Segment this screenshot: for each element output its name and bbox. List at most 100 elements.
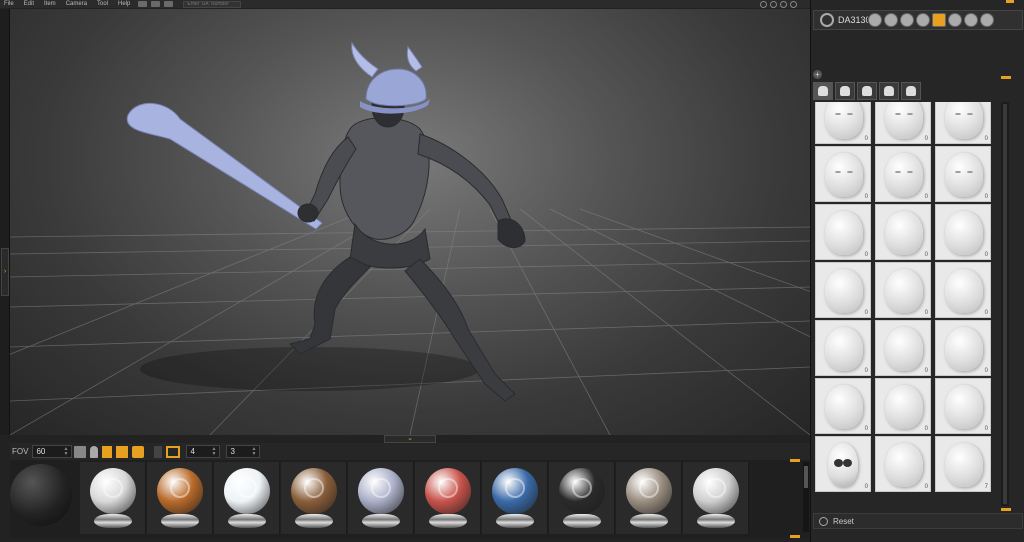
reset-button[interactable]: Reset	[813, 513, 1023, 529]
menu-item[interactable]: Item	[40, 0, 62, 8]
cube-icon[interactable]	[74, 445, 87, 458]
head-thumbnail[interactable]: 0	[935, 146, 991, 202]
head-thumbnail[interactable]: 0	[815, 320, 871, 376]
lamp-icon[interactable]	[102, 445, 113, 458]
fit-icon[interactable]	[790, 0, 797, 8]
grid-y-stepper[interactable]: 3 ▲ ▼	[226, 445, 261, 458]
stepper-arrows-icon[interactable]: ▲ ▼	[252, 446, 257, 457]
3d-viewport[interactable]	[10, 9, 810, 435]
zoom-icon[interactable]	[780, 0, 787, 8]
head-thumbnail[interactable]: 0	[815, 102, 871, 144]
select-tool-icon[interactable]	[932, 13, 946, 27]
material-stand	[563, 514, 601, 528]
shelf-scrollbar[interactable]	[803, 462, 809, 532]
app-window: File Edit Item Camera Tool Help ›	[0, 0, 1024, 542]
face-eye	[967, 171, 973, 173]
head-thumbnail[interactable]: 0	[815, 204, 871, 260]
material-silver[interactable]	[683, 462, 749, 534]
stepper-arrows-icon[interactable]: ▲ ▼	[212, 446, 217, 457]
tent-tab[interactable]	[901, 82, 921, 100]
library-scrollbar[interactable]	[1001, 102, 1009, 506]
left-panel-strip	[0, 9, 10, 435]
undo-icon[interactable]	[138, 1, 148, 7]
thumbnail-count: 0	[984, 426, 988, 432]
menu-camera[interactable]: Camera	[62, 0, 93, 8]
face-eye	[847, 171, 853, 173]
material-blue-gold[interactable]	[482, 462, 548, 534]
material-preview-dark-sphere[interactable]	[10, 464, 72, 526]
fov-stepper[interactable]: 60 ▲ ▼	[32, 445, 73, 458]
material-taupe[interactable]	[616, 462, 682, 534]
head-thumbnail[interactable]: 0	[875, 102, 931, 144]
accent-mark	[790, 459, 800, 462]
menu-edit[interactable]: Edit	[20, 0, 40, 8]
thumbnail-count: 0	[984, 252, 988, 258]
menu-file[interactable]: File	[0, 0, 20, 8]
head-thumbnail[interactable]: 0	[935, 320, 991, 376]
grid-x-stepper[interactable]: 4 ▲ ▼	[186, 445, 221, 458]
head-thumbnail[interactable]: 0	[875, 204, 931, 260]
head-tab[interactable]	[813, 82, 833, 100]
viewport-nav-tools	[760, 0, 812, 8]
material-copper[interactable]	[147, 462, 213, 534]
material-red[interactable]	[415, 462, 481, 534]
head-thumbnail[interactable]: 0	[815, 262, 871, 318]
head-thumbnail[interactable]: 7	[935, 436, 991, 492]
redo-icon[interactable]	[151, 1, 161, 7]
hat-tab[interactable]	[857, 82, 877, 100]
pan-icon[interactable]	[770, 0, 777, 8]
figure-icon[interactable]	[90, 445, 99, 458]
move-tool-icon[interactable]	[884, 13, 898, 27]
panels-icon[interactable]	[116, 445, 129, 458]
head-thumbnail[interactable]: 0	[815, 146, 871, 202]
head-thumbnail[interactable]: 0	[875, 262, 931, 318]
frame-icon[interactable]	[166, 445, 181, 458]
material-sphere	[693, 468, 739, 514]
head-thumbnail[interactable]: 0	[875, 146, 931, 202]
visibility-icon[interactable]	[820, 13, 834, 27]
head-preview	[945, 269, 983, 313]
tent-icon	[906, 86, 916, 96]
hat-tool-icon[interactable]	[868, 13, 882, 27]
zoom-tool-icon[interactable]	[900, 13, 914, 27]
head-thumbnail[interactable]: 0	[875, 320, 931, 376]
material-sphere	[425, 468, 471, 514]
box-icon[interactable]	[132, 445, 145, 458]
chevron-right-icon[interactable]: ›	[1, 248, 9, 296]
material-pearl[interactable]	[214, 462, 280, 534]
frame-small-icon[interactable]	[154, 445, 163, 458]
head-thumbnail[interactable]: 0	[935, 262, 991, 318]
boot-tab[interactable]	[879, 82, 899, 100]
head-thumbnail[interactable]: 0	[875, 378, 931, 434]
head-thumbnail[interactable]: 0	[875, 436, 931, 492]
chevron-down-icon[interactable]: ⌄	[384, 435, 436, 443]
head-thumbnail[interactable]: 0	[935, 102, 991, 144]
pose-tool-icon[interactable]	[980, 13, 994, 27]
menu-tool[interactable]: Tool	[93, 0, 114, 8]
scene-icon[interactable]	[164, 1, 174, 7]
head-thumbnail[interactable]: 0	[815, 436, 871, 492]
thumbnail-count: 0	[924, 426, 928, 432]
helmet-tab[interactable]	[835, 82, 855, 100]
orbit-icon[interactable]	[760, 0, 767, 8]
head-thumbnail[interactable]: 0	[935, 378, 991, 434]
hand-tool-icon[interactable]	[964, 13, 978, 27]
material-chrome[interactable]	[80, 462, 146, 534]
material-steel-blue[interactable]	[348, 462, 414, 534]
stepper-arrows-icon[interactable]: ▲ ▼	[64, 446, 69, 457]
bottom-toolbar: FOV 60 ▲ ▼ 4 ▲ ▼ 3 ▲ ▼	[10, 443, 810, 460]
menu-help[interactable]: Help	[114, 0, 136, 8]
add-icon[interactable]: +	[813, 70, 822, 79]
grab-tool-icon[interactable]	[948, 13, 962, 27]
material-stand	[161, 514, 199, 528]
rotate-tool-icon[interactable]	[916, 13, 930, 27]
material-bronze[interactable]	[281, 462, 347, 534]
helmet-model	[351, 41, 430, 114]
daz-logo-icon	[237, 478, 257, 498]
head-preview	[945, 385, 983, 429]
material-black-white[interactable]	[549, 462, 615, 534]
head-preview	[825, 211, 863, 255]
head-thumbnail[interactable]: 0	[815, 378, 871, 434]
head-thumbnail[interactable]: 0	[935, 204, 991, 260]
da-number-input[interactable]	[183, 0, 242, 8]
